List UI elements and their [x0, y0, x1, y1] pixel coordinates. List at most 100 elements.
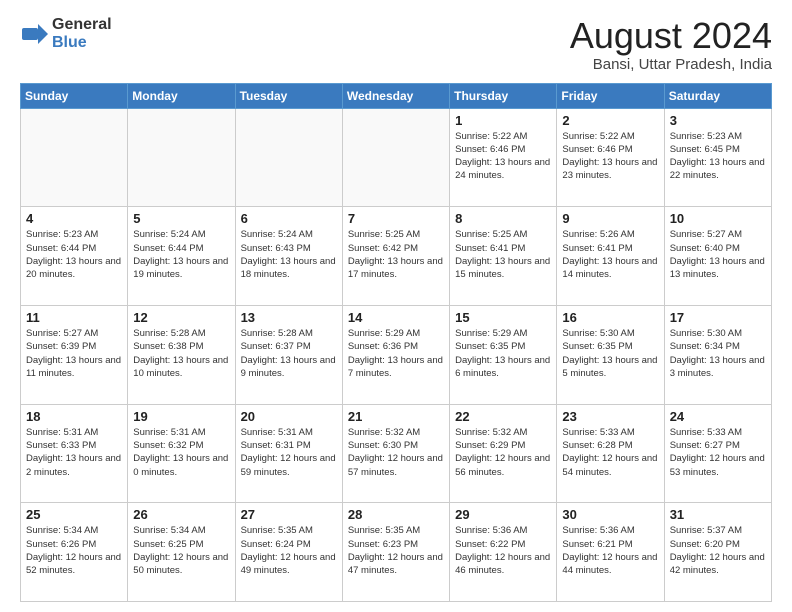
calendar-week-row: 25 Sunrise: 5:34 AM Sunset: 6:26 PM Dayli… [21, 503, 772, 602]
day-number: 30 [562, 507, 658, 522]
calendar-cell: 29 Sunrise: 5:36 AM Sunset: 6:22 PM Dayli… [450, 503, 557, 602]
day-info: Sunrise: 5:32 AM Sunset: 6:29 PM Dayligh… [455, 426, 551, 479]
day-info: Sunrise: 5:30 AM Sunset: 6:34 PM Dayligh… [670, 327, 766, 380]
calendar-cell: 14 Sunrise: 5:29 AM Sunset: 6:36 PM Dayli… [342, 305, 449, 404]
calendar-cell: 22Sunrise: 5:32 AM Sunset: 6:29 PM Dayli… [450, 404, 557, 503]
day-number: 12 [133, 310, 229, 325]
day-info: Sunrise: 5:35 AM Sunset: 6:23 PM Dayligh… [348, 524, 444, 577]
logo: General Blue [20, 16, 112, 51]
calendar-cell: 23 Sunrise: 5:33 AM Sunset: 6:28 PM Dayli… [557, 404, 664, 503]
day-info: Sunrise: 5:33 AM Sunset: 6:28 PM Dayligh… [562, 426, 658, 479]
calendar-cell: 19Sunrise: 5:31 AM Sunset: 6:32 PM Dayli… [128, 404, 235, 503]
calendar-cell: 16 Sunrise: 5:30 AM Sunset: 6:35 PM Dayli… [557, 305, 664, 404]
day-number: 16 [562, 310, 658, 325]
calendar-cell: 28 Sunrise: 5:35 AM Sunset: 6:23 PM Dayli… [342, 503, 449, 602]
calendar-cell: 13 Sunrise: 5:28 AM Sunset: 6:37 PM Dayli… [235, 305, 342, 404]
day-info: Sunrise: 5:32 AM Sunset: 6:30 PM Dayligh… [348, 426, 444, 479]
day-number: 4 [26, 211, 122, 226]
calendar-cell: 9Sunrise: 5:26 AM Sunset: 6:41 PM Daylig… [557, 207, 664, 306]
day-number: 14 [348, 310, 444, 325]
day-info: Sunrise: 5:30 AM Sunset: 6:35 PM Dayligh… [562, 327, 658, 380]
calendar-day-header: Sunday [21, 83, 128, 108]
logo-general-text: General [52, 16, 112, 34]
day-info: Sunrise: 5:24 AM Sunset: 6:43 PM Dayligh… [241, 228, 337, 281]
calendar-cell: 6 Sunrise: 5:24 AM Sunset: 6:43 PM Daylig… [235, 207, 342, 306]
day-number: 6 [241, 211, 337, 226]
day-number: 7 [348, 211, 444, 226]
calendar-cell [342, 108, 449, 207]
calendar-cell: 7 Sunrise: 5:25 AM Sunset: 6:42 PM Daylig… [342, 207, 449, 306]
calendar-cell: 17 Sunrise: 5:30 AM Sunset: 6:34 PM Dayli… [664, 305, 771, 404]
day-number: 1 [455, 113, 551, 128]
day-info: Sunrise: 5:22 AM Sunset: 6:46 PM Dayligh… [455, 130, 551, 183]
day-number: 18 [26, 409, 122, 424]
calendar-cell: 21 Sunrise: 5:32 AM Sunset: 6:30 PM Dayli… [342, 404, 449, 503]
day-info: Sunrise: 5:33 AM Sunset: 6:27 PM Dayligh… [670, 426, 766, 479]
calendar-cell: 5Sunrise: 5:24 AM Sunset: 6:44 PM Daylig… [128, 207, 235, 306]
day-info: Sunrise: 5:36 AM Sunset: 6:21 PM Dayligh… [562, 524, 658, 577]
calendar-cell: 2Sunrise: 5:22 AM Sunset: 6:46 PM Daylig… [557, 108, 664, 207]
calendar-week-row: 1 Sunrise: 5:22 AM Sunset: 6:46 PM Daylig… [21, 108, 772, 207]
logo-text: General Blue [52, 16, 112, 51]
day-info: Sunrise: 5:28 AM Sunset: 6:37 PM Dayligh… [241, 327, 337, 380]
calendar-cell: 12 Sunrise: 5:28 AM Sunset: 6:38 PM Dayli… [128, 305, 235, 404]
calendar-cell: 10Sunrise: 5:27 AM Sunset: 6:40 PM Dayli… [664, 207, 771, 306]
day-info: Sunrise: 5:34 AM Sunset: 6:26 PM Dayligh… [26, 524, 122, 577]
location: Bansi, Uttar Pradesh, India [570, 56, 772, 73]
calendar-cell [128, 108, 235, 207]
calendar-day-header: Thursday [450, 83, 557, 108]
calendar-day-header: Wednesday [342, 83, 449, 108]
day-info: Sunrise: 5:29 AM Sunset: 6:35 PM Dayligh… [455, 327, 551, 380]
calendar-cell: 27Sunrise: 5:35 AM Sunset: 6:24 PM Dayli… [235, 503, 342, 602]
logo-icon [20, 20, 48, 48]
day-number: 19 [133, 409, 229, 424]
calendar-cell [235, 108, 342, 207]
calendar-day-header: Monday [128, 83, 235, 108]
day-info: Sunrise: 5:26 AM Sunset: 6:41 PM Dayligh… [562, 228, 658, 281]
day-number: 2 [562, 113, 658, 128]
calendar-week-row: 18Sunrise: 5:31 AM Sunset: 6:33 PM Dayli… [21, 404, 772, 503]
day-number: 24 [670, 409, 766, 424]
day-info: Sunrise: 5:37 AM Sunset: 6:20 PM Dayligh… [670, 524, 766, 577]
calendar-cell: 11Sunrise: 5:27 AM Sunset: 6:39 PM Dayli… [21, 305, 128, 404]
day-number: 8 [455, 211, 551, 226]
calendar-header-row: SundayMondayTuesdayWednesdayThursdayFrid… [21, 83, 772, 108]
calendar-day-header: Tuesday [235, 83, 342, 108]
day-info: Sunrise: 5:28 AM Sunset: 6:38 PM Dayligh… [133, 327, 229, 380]
day-info: Sunrise: 5:29 AM Sunset: 6:36 PM Dayligh… [348, 327, 444, 380]
calendar-day-header: Saturday [664, 83, 771, 108]
day-number: 17 [670, 310, 766, 325]
header: General Blue August 2024 Bansi, Uttar Pr… [20, 16, 772, 73]
calendar-cell: 15 Sunrise: 5:29 AM Sunset: 6:35 PM Dayli… [450, 305, 557, 404]
day-number: 26 [133, 507, 229, 522]
calendar-cell: 18Sunrise: 5:31 AM Sunset: 6:33 PM Dayli… [21, 404, 128, 503]
day-number: 3 [670, 113, 766, 128]
calendar-cell: 31 Sunrise: 5:37 AM Sunset: 6:20 PM Dayli… [664, 503, 771, 602]
title-block: August 2024 Bansi, Uttar Pradesh, India [570, 16, 772, 73]
day-number: 29 [455, 507, 551, 522]
calendar-cell: 30 Sunrise: 5:36 AM Sunset: 6:21 PM Dayli… [557, 503, 664, 602]
calendar-cell: 26 Sunrise: 5:34 AM Sunset: 6:25 PM Dayli… [128, 503, 235, 602]
day-number: 13 [241, 310, 337, 325]
calendar-cell: 20Sunrise: 5:31 AM Sunset: 6:31 PM Dayli… [235, 404, 342, 503]
day-number: 21 [348, 409, 444, 424]
day-number: 28 [348, 507, 444, 522]
day-number: 23 [562, 409, 658, 424]
logo-blue-text: Blue [52, 34, 112, 52]
day-info: Sunrise: 5:35 AM Sunset: 6:24 PM Dayligh… [241, 524, 337, 577]
day-number: 20 [241, 409, 337, 424]
day-number: 31 [670, 507, 766, 522]
day-info: Sunrise: 5:24 AM Sunset: 6:44 PM Dayligh… [133, 228, 229, 281]
day-info: Sunrise: 5:34 AM Sunset: 6:25 PM Dayligh… [133, 524, 229, 577]
day-number: 15 [455, 310, 551, 325]
day-info: Sunrise: 5:25 AM Sunset: 6:42 PM Dayligh… [348, 228, 444, 281]
calendar-day-header: Friday [557, 83, 664, 108]
day-number: 11 [26, 310, 122, 325]
day-number: 25 [26, 507, 122, 522]
calendar-week-row: 11Sunrise: 5:27 AM Sunset: 6:39 PM Dayli… [21, 305, 772, 404]
calendar-cell: 3Sunrise: 5:23 AM Sunset: 6:45 PM Daylig… [664, 108, 771, 207]
calendar-cell: 24 Sunrise: 5:33 AM Sunset: 6:27 PM Dayli… [664, 404, 771, 503]
day-info: Sunrise: 5:25 AM Sunset: 6:41 PM Dayligh… [455, 228, 551, 281]
calendar-week-row: 4Sunrise: 5:23 AM Sunset: 6:44 PM Daylig… [21, 207, 772, 306]
day-info: Sunrise: 5:36 AM Sunset: 6:22 PM Dayligh… [455, 524, 551, 577]
